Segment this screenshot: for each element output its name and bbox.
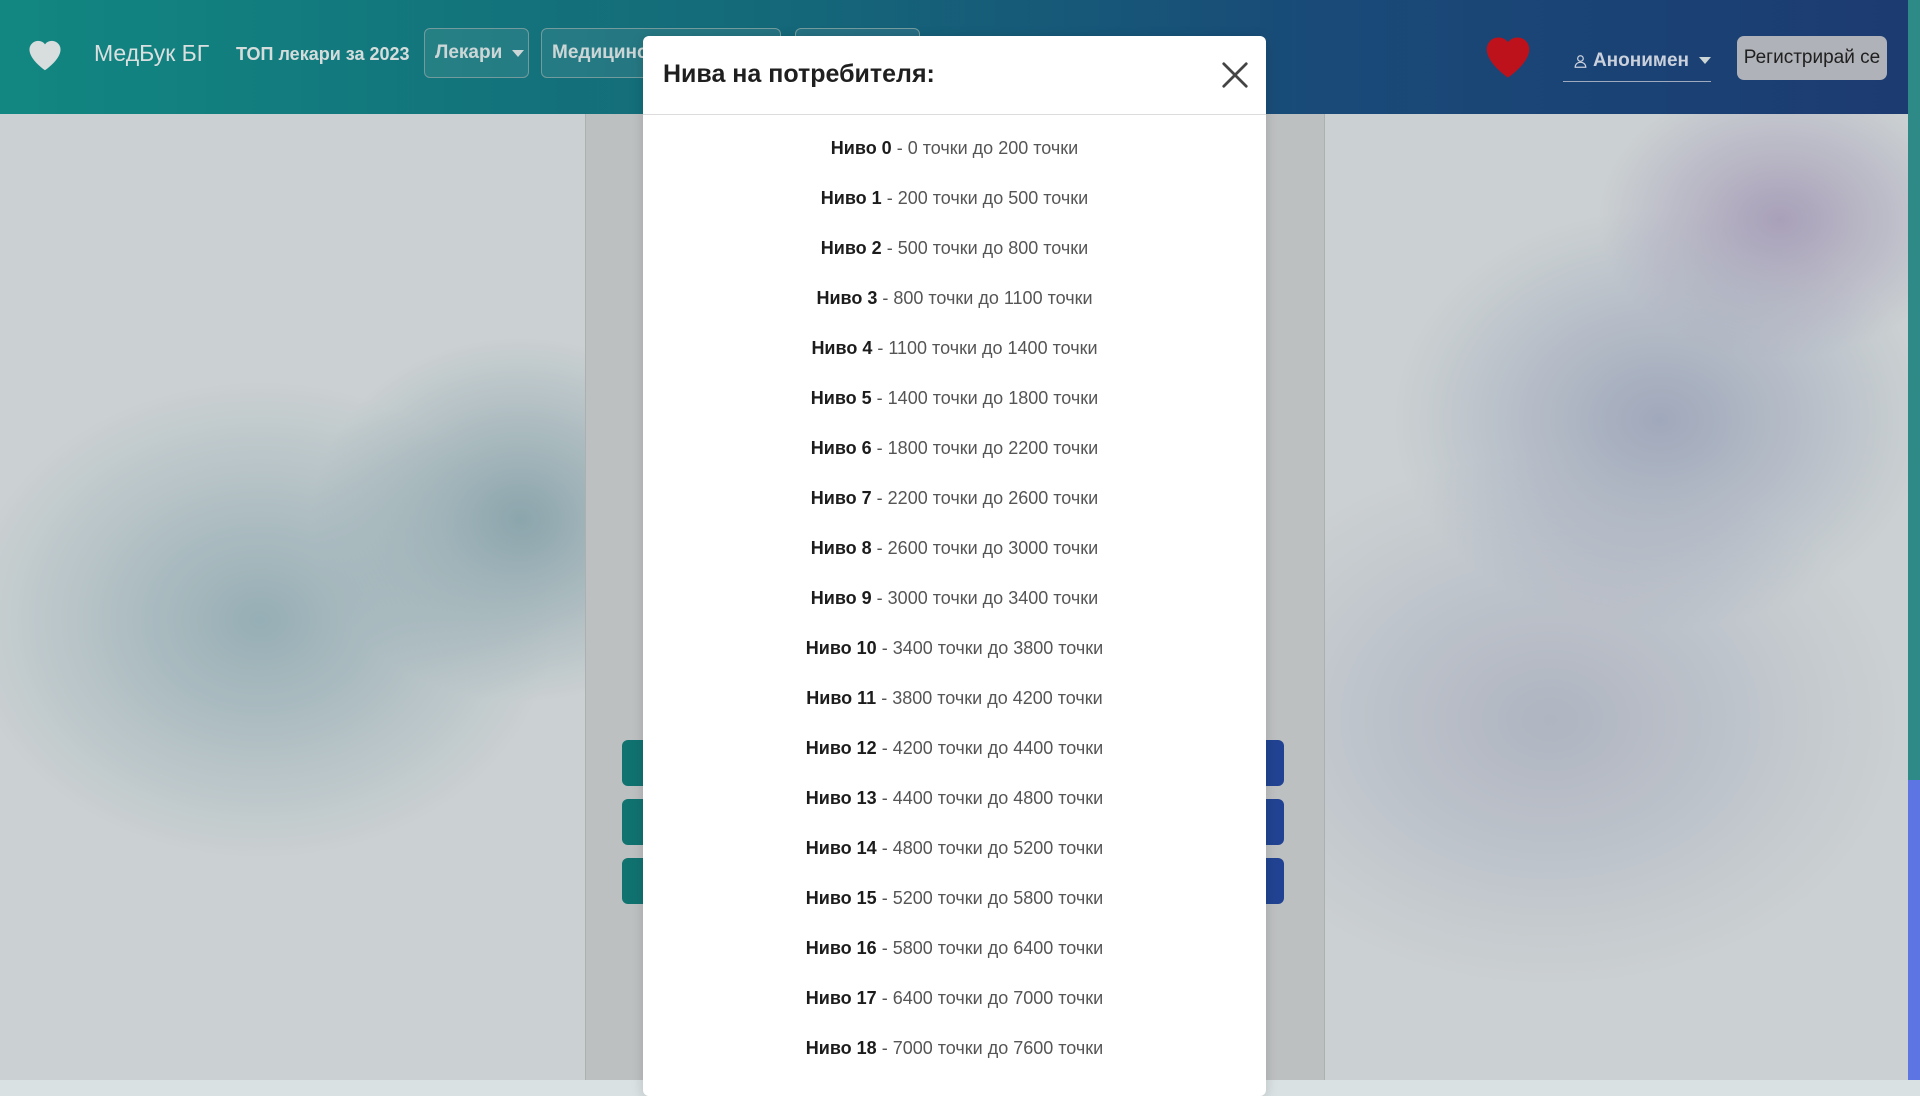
- level-range: 5800 точки до 6400 точки: [892, 938, 1104, 958]
- level-name: Ниво 6: [810, 438, 872, 458]
- level-range: 800 точки до 1100 точки: [893, 288, 1093, 308]
- level-item: Ниво 15 - 5200 точки до 5800 точки: [643, 889, 1266, 939]
- level-name: Ниво 9: [810, 588, 872, 608]
- level-separator: -: [876, 888, 893, 908]
- level-range: 7000 точки до 7600 точки: [892, 1038, 1104, 1058]
- level-range: 1800 точки до 2200 точки: [887, 438, 1099, 458]
- level-item: Ниво 6 - 1800 точки до 2200 точки: [643, 439, 1266, 489]
- level-item: Ниво 11 - 3800 точки до 4200 точки: [643, 689, 1266, 739]
- level-range: 4200 точки до 4400 точки: [892, 738, 1104, 758]
- level-range: 3400 точки до 3800 точки: [892, 638, 1104, 658]
- level-item: Ниво 3 - 800 точки до 1100 точки: [643, 289, 1266, 339]
- level-item: Ниво 2 - 500 точки до 800 точки: [643, 239, 1266, 289]
- level-separator: -: [876, 738, 893, 758]
- scrollbar-thumb[interactable]: [1908, 780, 1920, 1080]
- level-separator: -: [881, 238, 898, 258]
- level-separator: -: [876, 938, 893, 958]
- level-separator: -: [872, 338, 889, 358]
- level-item: Ниво 12 - 4200 точки до 4400 точки: [643, 739, 1266, 789]
- level-name: Ниво 5: [810, 388, 872, 408]
- level-name: Ниво 16: [805, 938, 877, 958]
- level-name: Ниво 1: [820, 188, 882, 208]
- level-name: Ниво 3: [816, 288, 878, 308]
- level-range: 1100 точки до 1400 точки: [888, 338, 1098, 358]
- level-separator: -: [871, 488, 888, 508]
- level-item: Ниво 1 - 200 точки до 500 точки: [643, 189, 1266, 239]
- level-item: Ниво 4 - 1100 точки до 1400 точки: [643, 339, 1266, 389]
- modal-header: Нива на потребителя:: [643, 36, 1266, 115]
- modal-title: Нива на потребителя:: [663, 60, 935, 88]
- level-name: Ниво 12: [805, 738, 877, 758]
- level-item: Ниво 10 - 3400 точки до 3800 точки: [643, 639, 1266, 689]
- level-range: 1400 точки до 1800 точки: [887, 388, 1099, 408]
- level-separator: -: [877, 288, 894, 308]
- level-range: 200 точки до 500 точки: [897, 188, 1089, 208]
- level-name: Ниво 18: [805, 1038, 877, 1058]
- level-name: Ниво 8: [810, 538, 872, 558]
- level-item: Ниво 9 - 3000 точки до 3400 точки: [643, 589, 1266, 639]
- levels-list: Ниво 0 - 0 точки до 200 точки Ниво 1 - 2…: [643, 115, 1266, 1089]
- level-separator: -: [881, 188, 898, 208]
- level-name: Ниво 2: [820, 238, 882, 258]
- level-name: Ниво 7: [810, 488, 872, 508]
- level-range: 500 точки до 800 точки: [897, 238, 1089, 258]
- scrollbar-track-upper[interactable]: [1908, 0, 1920, 780]
- level-name: Ниво 10: [805, 638, 877, 658]
- level-name: Ниво 15: [805, 888, 877, 908]
- level-separator: -: [871, 438, 888, 458]
- level-item: Ниво 5 - 1400 точки до 1800 точки: [643, 389, 1266, 439]
- level-name: Ниво 11: [806, 688, 877, 708]
- level-range: 0 точки до 200 точки: [907, 138, 1079, 158]
- level-item: Ниво 0 - 0 точки до 200 точки: [643, 139, 1266, 189]
- level-name: Ниво 13: [805, 788, 877, 808]
- level-range: 2600 точки до 3000 точки: [887, 538, 1099, 558]
- level-name: Ниво 0: [830, 138, 892, 158]
- level-separator: -: [871, 388, 888, 408]
- level-name: Ниво 4: [811, 338, 873, 358]
- level-item: Ниво 8 - 2600 точки до 3000 точки: [643, 539, 1266, 589]
- level-item: Ниво 16 - 5800 точки до 6400 точки: [643, 939, 1266, 989]
- level-item: Ниво 13 - 4400 точки до 4800 точки: [643, 789, 1266, 839]
- close-icon[interactable]: [1220, 60, 1250, 90]
- level-range: 4800 точки до 5200 точки: [892, 838, 1104, 858]
- level-name: Ниво 17: [805, 988, 877, 1008]
- level-item: Ниво 14 - 4800 точки до 5200 точки: [643, 839, 1266, 889]
- level-range: 4400 точки до 4800 точки: [892, 788, 1104, 808]
- level-separator: -: [876, 1038, 893, 1058]
- level-item: Ниво 17 - 6400 точки до 7000 точки: [643, 989, 1266, 1039]
- level-range: 2200 точки до 2600 точки: [887, 488, 1099, 508]
- level-range: 3800 точки до 4200 точки: [892, 688, 1103, 708]
- level-item: Ниво 18 - 7000 точки до 7600 точки: [643, 1039, 1266, 1089]
- level-separator: -: [876, 638, 893, 658]
- level-separator: -: [871, 538, 888, 558]
- level-separator: -: [876, 988, 893, 1008]
- level-name: Ниво 14: [805, 838, 877, 858]
- level-separator: -: [876, 788, 893, 808]
- level-item: Ниво 7 - 2200 точки до 2600 точки: [643, 489, 1266, 539]
- level-separator: -: [876, 688, 893, 708]
- level-separator: -: [891, 138, 908, 158]
- level-range: 3000 точки до 3400 точки: [887, 588, 1099, 608]
- level-separator: -: [876, 838, 893, 858]
- levels-modal: Нива на потребителя: Ниво 0 - 0 точки до…: [643, 36, 1266, 1096]
- level-range: 6400 точки до 7000 точки: [892, 988, 1104, 1008]
- level-separator: -: [871, 588, 888, 608]
- level-range: 5200 точки до 5800 точки: [892, 888, 1104, 908]
